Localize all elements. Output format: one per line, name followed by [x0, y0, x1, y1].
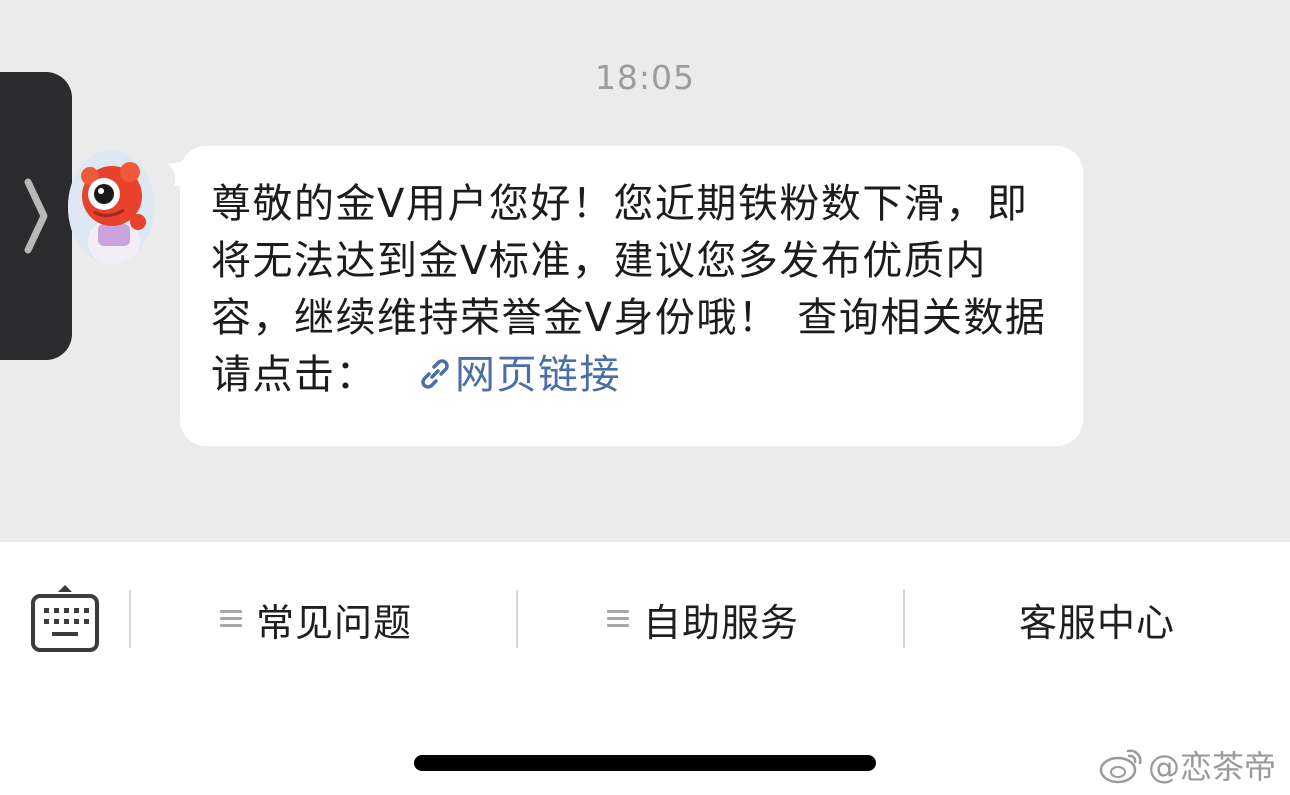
customer-service-menu-button[interactable]: 客服中心: [1019, 594, 1176, 645]
menu-lines-icon: [220, 610, 242, 628]
message-text: 尊敬的金V用户您好！您近期铁粉数下滑，即将无法达到金V标准，建议您多发布优质内容…: [211, 176, 1059, 404]
watermark: @恋茶帝: [1098, 742, 1276, 788]
menu-divider: [903, 590, 905, 648]
message-bubble: 尊敬的金V用户您好！您近期铁粉数下滑，即将无法达到金V标准，建议您多发布优质内容…: [180, 146, 1083, 446]
mascot-avatar-icon: [68, 150, 154, 264]
menu-lines-icon: [607, 610, 629, 628]
weibo-logo-icon: [1099, 749, 1142, 784]
web-link-label: 网页链接: [455, 352, 621, 398]
customer-service-menu-label: 客服中心: [1019, 600, 1176, 645]
faq-menu-button[interactable]: 常见问题: [220, 594, 413, 645]
keyboard-icon[interactable]: [30, 582, 100, 654]
avatar[interactable]: [68, 150, 154, 264]
link-icon: [421, 359, 449, 389]
watermark-text: @恋茶帝: [1147, 748, 1276, 786]
message-timestamp: 18:05: [594, 58, 696, 97]
side-panel-toggle[interactable]: [0, 72, 72, 360]
menu-divider: [129, 590, 131, 648]
chevron-right-icon: [24, 178, 48, 254]
bottom-menu-bar: 常见问题 自助服务 客服中心 @恋茶帝: [0, 542, 1290, 795]
menu-divider: [516, 590, 518, 648]
chat-area: 18:05 尊敬的金V用户您好！您近期铁粉数下滑，即将无法达到金V标准，建议您多…: [0, 0, 1290, 542]
self-service-menu-label: 自助服务: [643, 600, 800, 645]
home-indicator[interactable]: [414, 755, 876, 771]
web-link[interactable]: 网页链接: [417, 352, 621, 398]
faq-menu-label: 常见问题: [256, 600, 413, 645]
self-service-menu-button[interactable]: 自助服务: [607, 594, 800, 645]
